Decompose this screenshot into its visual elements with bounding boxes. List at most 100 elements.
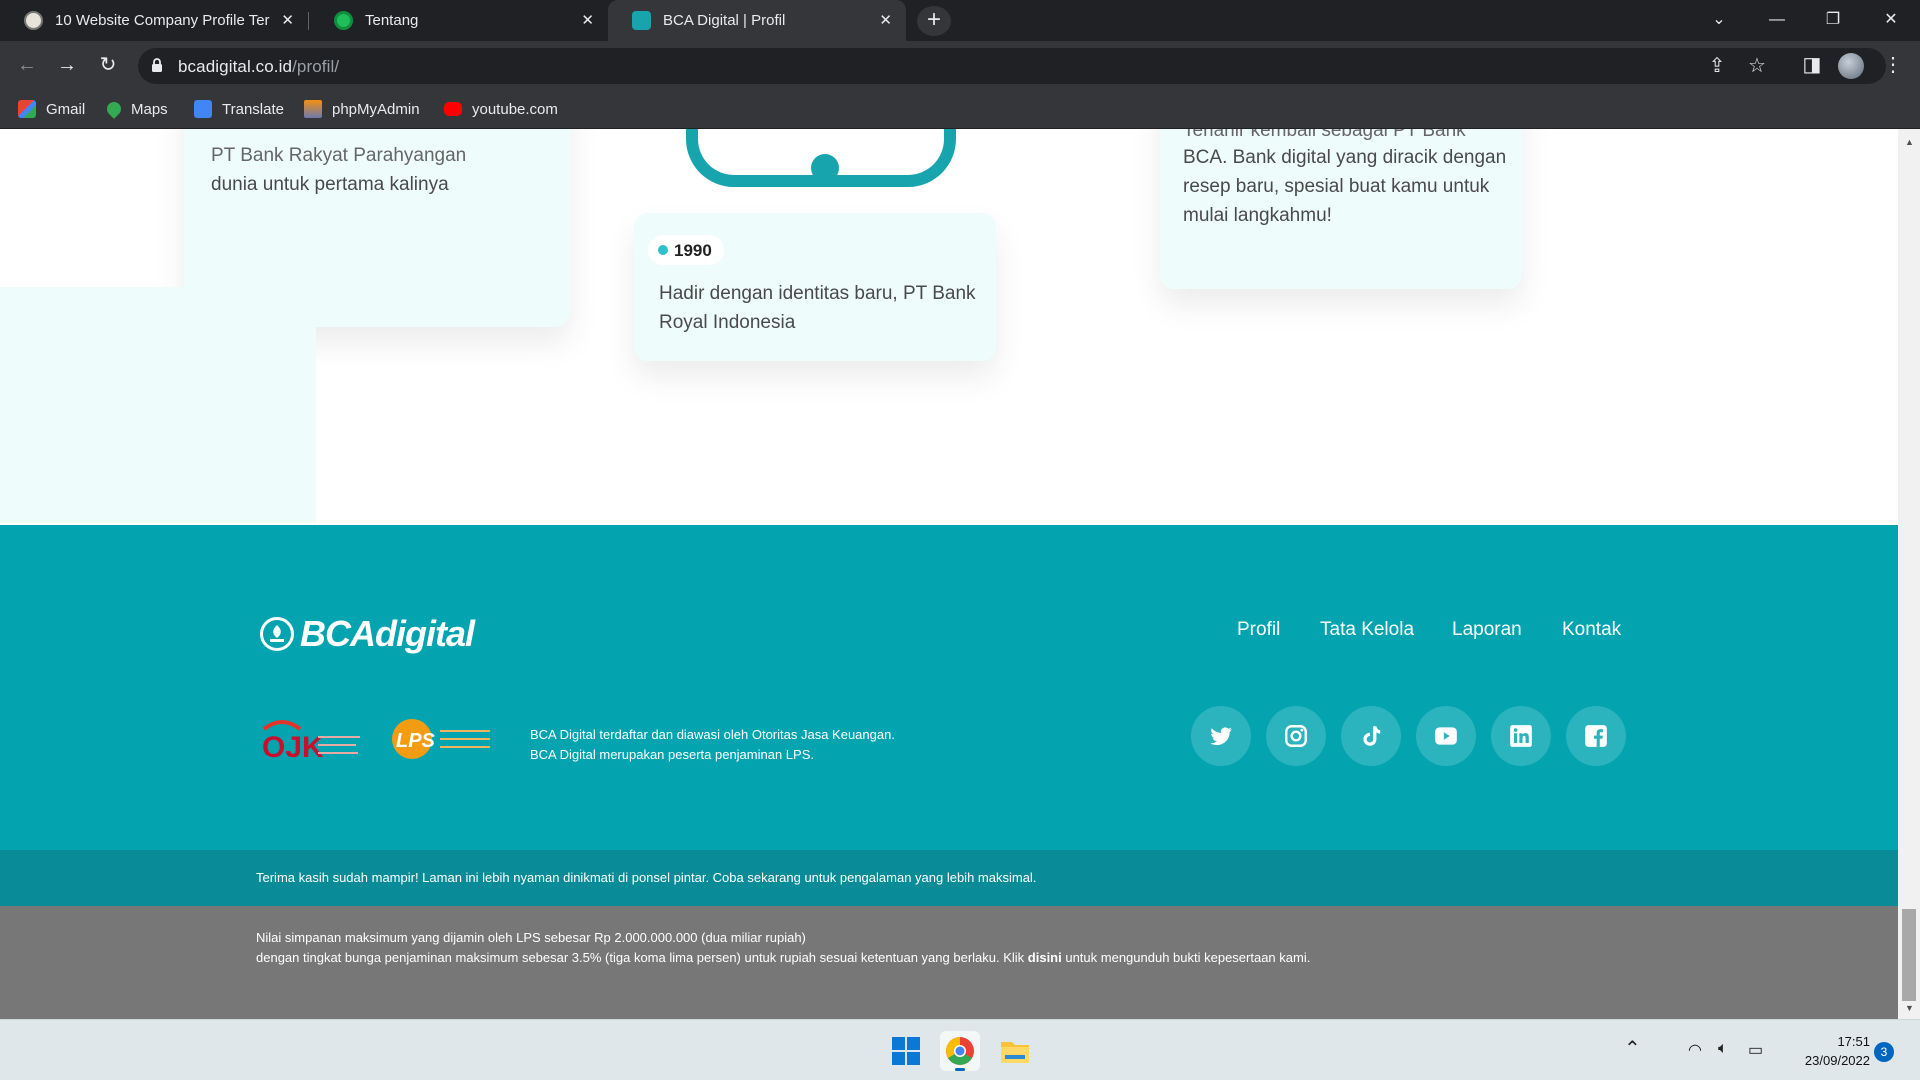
bcadigital-logo[interactable]: BCAdigital <box>260 613 475 655</box>
reload-icon[interactable]: ↻ <box>94 51 122 79</box>
bookmark-label: Translate <box>222 100 284 118</box>
scrollbar-thumb[interactable] <box>1902 909 1916 1001</box>
gmail-icon <box>18 100 36 118</box>
bookmark-phpmyadmin[interactable]: phpMyAdmin <box>304 98 420 120</box>
timeline-card-last: Terlahir kembali sebagai PT Bank Digital… <box>1160 129 1522 289</box>
year-dot <box>658 245 668 255</box>
lps-disclaimer-text: Nilai simpanan maksimum yang dijamin ole… <box>256 928 1310 968</box>
tab-close-icon[interactable]: ✕ <box>879 11 892 29</box>
scroll-down-arrow-icon[interactable]: ▼ <box>1905 1003 1914 1013</box>
footer-nav-kontak[interactable]: Kontak <box>1562 619 1621 641</box>
web-page: PT Bank Rakyat Parahyangan menyapa dunia… <box>0 129 1898 1019</box>
footer-nav-laporan[interactable]: Laporan <box>1452 619 1522 641</box>
linkedin-icon[interactable] <box>1491 706 1551 766</box>
battery-icon[interactable]: ▭ <box>1748 1040 1763 1060</box>
lps-line-text: untuk mengunduh bukti kepesertaan kami. <box>1061 950 1311 965</box>
mobile-notice-band: Terima kasih sudah mampir! Laman ini leb… <box>0 850 1898 906</box>
browser-tab-bar: 10 Website Company Profile Terb ✕ Tentan… <box>0 0 1920 41</box>
scroll-up-arrow-icon[interactable]: ▲ <box>1905 137 1914 147</box>
bookmark-maps[interactable]: Maps <box>104 98 168 120</box>
tiktok-icon[interactable] <box>1341 706 1401 766</box>
translate-icon <box>194 100 212 118</box>
share-icon[interactable]: ⇪ <box>1703 52 1731 80</box>
side-panel-icon[interactable]: ◨ <box>1798 51 1826 79</box>
bookmarks-bar: Gmail Maps Translate phpMyAdmin youtube.… <box>0 89 1920 129</box>
lps-logo: LPS <box>392 719 490 759</box>
bookmark-gmail[interactable]: Gmail <box>18 98 85 120</box>
facebook-icon[interactable] <box>1566 706 1626 766</box>
maps-pin-icon <box>104 99 124 119</box>
windows-taskbar: ⌃ ◠ 🔈︎ ▭ 17:51 23/09/2022 3 <box>0 1019 1920 1080</box>
phpmyadmin-icon <box>304 100 322 118</box>
timeline-card-text: Hadir dengan identitas baru, PT Bank Roy… <box>659 283 976 333</box>
notification-badge[interactable]: 3 <box>1874 1042 1894 1062</box>
disini-link[interactable]: disini <box>1028 950 1062 965</box>
mobile-notice-text: Terima kasih sudah mampir! Laman ini leb… <box>256 870 1037 885</box>
close-window-button[interactable]: ✕ <box>1868 6 1914 34</box>
tab-favicon-icon <box>632 11 651 30</box>
youtube-icon[interactable] <box>1416 706 1476 766</box>
file-explorer-icon[interactable] <box>995 1031 1035 1071</box>
tab-close-icon[interactable]: ✕ <box>281 11 294 29</box>
tab-title: Tentang <box>365 12 419 29</box>
tab-favicon-icon <box>334 11 353 30</box>
timeline-card-text: dunia untuk pertama kalinya <box>211 174 449 195</box>
tab-title: 10 Website Company Profile Terb <box>55 12 270 29</box>
timeline-card-1990: 1990 Hadir dengan identitas baru, PT Ban… <box>634 213 996 361</box>
footer-nav-profil[interactable]: Profil <box>1237 619 1280 641</box>
instagram-icon[interactable] <box>1266 706 1326 766</box>
clock-time: 17:51 <box>1837 1034 1870 1049</box>
restore-button[interactable]: ❐ <box>1810 6 1856 34</box>
decorative-panel <box>0 287 316 523</box>
minimize-button[interactable]: — <box>1754 6 1800 34</box>
profile-avatar[interactable] <box>1838 53 1864 79</box>
show-hidden-icons-chevron-icon[interactable]: ⌃ <box>1624 1036 1641 1061</box>
page-scrollbar[interactable]: ▲ ▼ <box>1898 129 1920 1019</box>
lps-line-text: dengan tingkat bunga penjaminan maksimum… <box>256 950 1028 965</box>
ojk-logo: OJK <box>262 720 360 763</box>
lock-icon <box>152 58 162 72</box>
browser-toolbar: ← → ↻ bcadigital.co.id/profil/ ⇪ ☆ ◨ ⋮ <box>0 41 1920 89</box>
screen: 10 Website Company Profile Terb ✕ Tentan… <box>0 0 1920 1080</box>
url-path: /profil/ <box>292 57 340 76</box>
timeline-card-text-partial: PT Bank Rakyat Parahyangan menyapa <box>211 145 467 166</box>
footer: BCAdigital Profil Tata Kelola Laporan Ko… <box>0 525 1898 850</box>
tab-title: BCA Digital | Profil <box>663 12 786 29</box>
timeline-card-text: BCA. Bank digital yang diracik dengan re… <box>1183 147 1507 226</box>
bookmark-label: Gmail <box>46 100 86 118</box>
menu-dots-icon[interactable]: ⋮ <box>1879 51 1907 79</box>
tab-favicon-icon <box>24 11 43 30</box>
new-tab-button[interactable]: + <box>917 6 951 36</box>
svg-text:OJK: OJK <box>262 731 324 763</box>
footer-nav-tata-kelola[interactable]: Tata Kelola <box>1320 619 1414 641</box>
timeline-card-text-partial: Terlahir kembali sebagai PT Bank Digital <box>1183 129 1466 141</box>
tab-close-icon[interactable]: ✕ <box>581 11 594 29</box>
volume-icon[interactable]: 🔈︎ <box>1718 1040 1728 1058</box>
url-host: bcadigital.co.id <box>178 57 293 76</box>
bookmark-star-icon[interactable]: ☆ <box>1743 52 1771 80</box>
bca-emblem-icon <box>260 617 294 651</box>
windows-start-icon[interactable] <box>886 1031 926 1071</box>
bookmark-label: youtube.com <box>472 100 558 118</box>
wifi-icon[interactable]: ◠ <box>1688 1040 1702 1060</box>
bookmark-label: phpMyAdmin <box>332 100 420 118</box>
tab-bca-digital-profil[interactable]: BCA Digital | Profil ✕ <box>608 0 906 41</box>
tab-search-chevron-icon[interactable]: ⌄ <box>1696 6 1742 34</box>
regulator-statement: BCA Digital terdaftar dan diawasi oleh O… <box>530 725 895 765</box>
bookmark-translate[interactable]: Translate <box>194 98 284 120</box>
back-arrow-icon[interactable]: ← <box>13 51 41 79</box>
forward-arrow-icon[interactable]: → <box>53 51 81 79</box>
year-badge: 1990 <box>648 235 724 265</box>
timeline-node <box>811 154 839 182</box>
address-bar[interactable]: bcadigital.co.id/profil/ ⇪ ☆ <box>138 48 1886 84</box>
system-clock[interactable]: 17:51 23/09/2022 <box>1780 1032 1870 1070</box>
chrome-icon[interactable] <box>940 1031 980 1071</box>
url-text: bcadigital.co.id/profil/ <box>178 57 339 77</box>
tab-tentang[interactable]: Tentang ✕ <box>310 0 608 41</box>
lps-disclaimer: Nilai simpanan maksimum yang dijamin ole… <box>0 906 1898 1019</box>
regulator-line: BCA Digital terdaftar dan diawasi oleh O… <box>530 727 895 742</box>
bookmark-youtube[interactable]: youtube.com <box>444 98 558 120</box>
twitter-icon[interactable] <box>1191 706 1251 766</box>
lps-line: Nilai simpanan maksimum yang dijamin ole… <box>256 930 806 945</box>
tab-website-company-profile[interactable]: 10 Website Company Profile Terb ✕ <box>0 0 309 41</box>
